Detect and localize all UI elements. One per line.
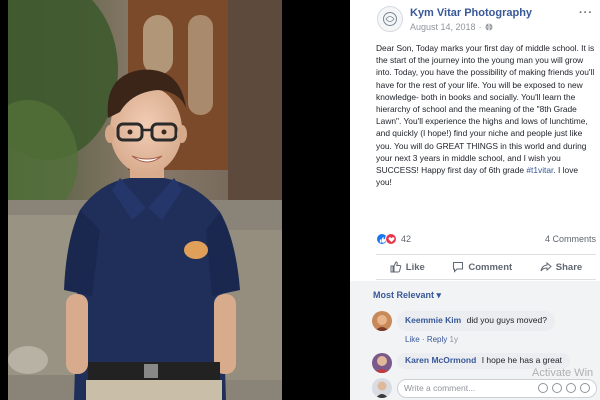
post-sidebar: Kym Vitar Photography August 14, 2018 · … — [350, 0, 600, 400]
speech-bubble-icon — [453, 262, 464, 273]
post-action-bar: Like Comment Share — [376, 254, 596, 280]
comment-input-placeholder: Write a comment... — [404, 383, 476, 393]
activate-windows-watermark: Activate Win — [532, 367, 594, 379]
reactions-summary: 42 4 Comments — [376, 232, 596, 246]
avatar[interactable] — [372, 311, 392, 331]
like-button-label: Like — [405, 261, 425, 273]
post-photo[interactable] — [8, 0, 282, 400]
emoji-icon[interactable] — [538, 383, 548, 393]
love-reaction-icon — [385, 233, 397, 245]
post-meta: August 14, 2018 · — [410, 22, 493, 32]
viewer-middle-border — [282, 0, 350, 400]
comment-time[interactable]: 1y — [450, 335, 458, 344]
share-button[interactable]: Share — [540, 261, 582, 273]
globe-icon — [485, 23, 493, 31]
thumbs-up-icon — [390, 261, 401, 273]
share-button-label: Share — [555, 261, 583, 273]
composer-icons — [538, 383, 590, 393]
comment-composer: Write a comment... — [372, 378, 597, 398]
hashtag-link[interactable]: #t1vitar — [526, 165, 553, 175]
post-body-text: Dear Son, Today marks your first day of … — [376, 43, 595, 176]
photo-viewer: Kym Vitar Photography August 14, 2018 · … — [0, 0, 600, 400]
camera-icon[interactable] — [552, 383, 562, 393]
comment-count-link[interactable]: 4 Comments — [545, 234, 596, 244]
comment-author[interactable]: Keemmie Kim — [405, 315, 461, 325]
comment-sort-dropdown[interactable]: Most Relevant ▾ — [373, 290, 441, 301]
post-header: Kym Vitar Photography August 14, 2018 · … — [350, 0, 600, 38]
comment-text: I hope he has a great — [481, 355, 563, 365]
post-date[interactable]: August 14, 2018 — [410, 22, 476, 32]
comment-bubble: Keemmie Kim did you guys moved? — [397, 311, 555, 331]
comment-text: did you guys moved? — [466, 315, 547, 325]
gif-icon[interactable] — [566, 383, 576, 393]
like-button[interactable]: Like — [390, 261, 425, 273]
viewer-left-border — [0, 0, 8, 400]
page-name-link[interactable]: Kym Vitar Photography — [410, 7, 532, 19]
comment-item: Keemmie Kim did you guys moved? — [372, 311, 555, 331]
avatar[interactable] — [372, 353, 392, 373]
comment-button-label: Comment — [468, 261, 513, 273]
meta-separator: · — [478, 22, 482, 32]
comment-button[interactable]: Comment — [452, 261, 512, 273]
reaction-count-group[interactable]: 42 — [376, 233, 411, 245]
camera-logo-icon[interactable] — [377, 6, 403, 32]
comment-author[interactable]: Karen McOrmond — [405, 355, 476, 365]
more-options-icon[interactable]: ··· — [579, 7, 593, 19]
comment-action-separator: · — [421, 335, 425, 344]
comment-actions: Like · Reply 1y — [405, 335, 458, 344]
sort-label: Most Relevant — [373, 290, 435, 300]
reaction-count: 42 — [401, 234, 412, 244]
sticker-icon[interactable] — [580, 383, 590, 393]
chevron-down-icon: ▾ — [436, 290, 442, 300]
comment-reply-link[interactable]: Reply — [427, 335, 447, 344]
share-arrow-icon — [540, 261, 552, 272]
comment-like-link[interactable]: Like — [405, 335, 420, 344]
comment-input[interactable]: Write a comment... — [397, 378, 597, 398]
post-text: Dear Son, Today marks your first day of … — [376, 42, 596, 188]
avatar — [372, 378, 392, 398]
